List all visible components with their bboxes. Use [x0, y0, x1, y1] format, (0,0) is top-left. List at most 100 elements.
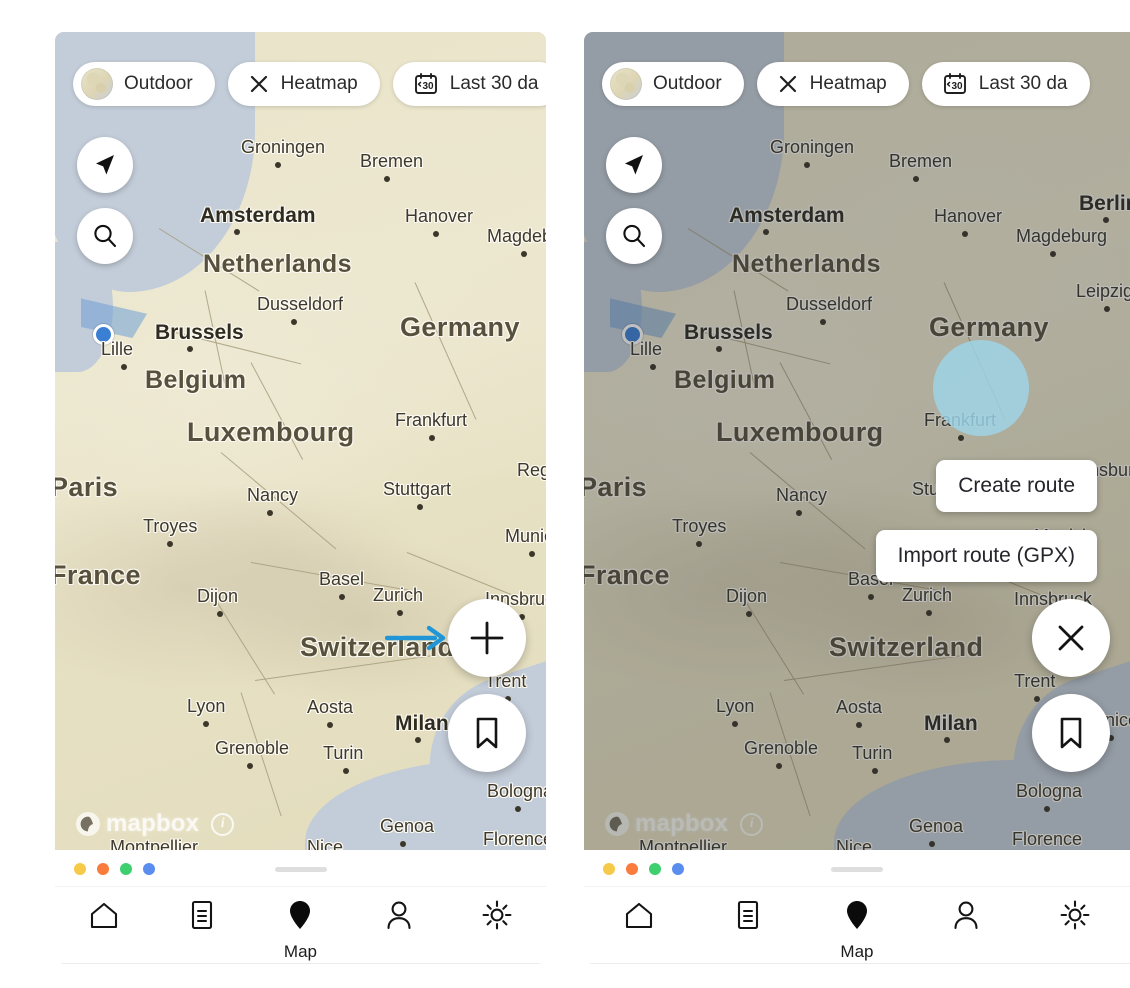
map-city-dot [247, 763, 253, 769]
map-city-dot [429, 435, 435, 441]
map-canvas[interactable]: Netherlands Germany Belgium Luxembourg Switz… [55, 32, 546, 850]
window-dots [603, 863, 684, 875]
calendar-30-icon: 30 [943, 73, 966, 94]
tab-profile[interactable] [930, 898, 1002, 937]
close-x-icon [779, 75, 796, 93]
map-city-dot [339, 594, 345, 600]
map-city-dot [121, 364, 127, 370]
chip-date-range-label: Last 30 da [978, 73, 1068, 94]
map-city-dot [400, 841, 406, 847]
tab-activity[interactable] [712, 898, 784, 937]
user-location-marker [93, 324, 114, 345]
map-city-dot [167, 541, 173, 547]
chip-map-style[interactable]: Outdoor [73, 62, 215, 106]
tab-settings[interactable] [461, 898, 533, 937]
tab-home[interactable] [603, 898, 675, 937]
chip-map-style-label: Outdoor [124, 73, 193, 94]
svg-text:30: 30 [422, 81, 434, 92]
home-icon [87, 898, 121, 937]
bottom-sheet: Map [55, 850, 546, 964]
tab-map-label: Map [840, 942, 874, 961]
gear-icon [480, 898, 514, 937]
navigation-arrow-icon [96, 155, 114, 175]
app-screen: Netherlands Germany Belgium Luxembourg Switz… [584, 32, 1130, 964]
add-route-fab[interactable] [448, 599, 526, 677]
bottom-tabbar: Map [584, 886, 1130, 964]
navigation-arrow-icon [625, 155, 643, 175]
map-city-dot [521, 251, 527, 257]
screenshot-stage: Netherlands Germany Belgium Luxembourg Switz… [0, 0, 1130, 988]
phone-screenshot-before: Netherlands Germany Belgium Luxembourg Switz… [55, 32, 546, 964]
tab-activity[interactable] [166, 898, 238, 937]
window-dot[interactable] [120, 863, 132, 875]
map-city-dot [415, 737, 421, 743]
bookmark-icon [476, 717, 498, 749]
window-dot[interactable] [143, 863, 155, 875]
calendar-30-icon: 30 [414, 73, 437, 94]
close-x-icon [250, 75, 267, 93]
map-attribution[interactable]: mapbox i [75, 810, 235, 838]
map-canvas[interactable]: Netherlands Germany Belgium Luxembourg Switz… [584, 32, 1130, 850]
menu-item-create-route[interactable]: Create route [936, 460, 1097, 512]
bottom-sheet: Map [584, 850, 1130, 964]
map-city-dot [417, 504, 423, 510]
annotation-arrow-icon [385, 625, 446, 651]
window-dots [74, 863, 155, 875]
map-pin-icon [842, 898, 872, 937]
map-city-dot [234, 229, 240, 235]
map-city-dot [529, 551, 535, 557]
mapbox-logo-icon: mapbox [75, 810, 199, 838]
map-city-dot [267, 510, 273, 516]
mapbox-mark-icon [76, 812, 100, 836]
search-icon [94, 224, 117, 248]
plus-icon [470, 621, 504, 655]
map-filter-chips: Outdoor Heatmap 30 Last 30 da [73, 62, 546, 106]
chip-heatmap[interactable]: Heatmap [756, 62, 909, 106]
window-dot[interactable] [97, 863, 109, 875]
map-thumbnail-icon [610, 68, 642, 100]
window-dot[interactable] [649, 863, 661, 875]
menu-item-import-route-label: Import route (GPX) [897, 544, 1075, 567]
tab-settings[interactable] [1039, 898, 1111, 937]
close-menu-fab[interactable] [1032, 599, 1110, 677]
list-icon [732, 898, 764, 937]
window-dot[interactable] [626, 863, 638, 875]
sheet-handle-row [55, 850, 546, 886]
sheet-handle-row [584, 850, 1130, 886]
bookmarks-fab[interactable] [1032, 694, 1110, 772]
tab-map[interactable]: Map [821, 898, 893, 962]
window-dot[interactable] [74, 863, 86, 875]
chip-date-range[interactable]: 30 Last 30 da [392, 62, 546, 106]
map-city-dot [291, 319, 297, 325]
window-dot[interactable] [672, 863, 684, 875]
person-icon [950, 898, 982, 937]
menu-item-import-route[interactable]: Import route (GPX) [875, 530, 1097, 582]
search-button[interactable] [606, 208, 662, 264]
drag-handle[interactable] [274, 867, 327, 872]
list-icon [186, 898, 218, 937]
info-icon[interactable]: i [211, 812, 235, 836]
tab-profile[interactable] [363, 898, 435, 937]
map-city-dot [515, 806, 521, 812]
map-city-dot [433, 231, 439, 237]
tabbar-divider [55, 963, 546, 964]
svg-text:30: 30 [951, 81, 963, 92]
chip-heatmap[interactable]: Heatmap [227, 62, 380, 106]
gear-icon [1058, 898, 1092, 937]
locate-me-button[interactable] [606, 137, 662, 193]
map-city-dot [203, 721, 209, 727]
drag-handle[interactable] [831, 867, 883, 872]
chip-date-range[interactable]: 30 Last 30 da [921, 62, 1090, 106]
bookmarks-fab[interactable] [448, 694, 526, 772]
search-icon [623, 224, 646, 248]
search-button[interactable] [77, 208, 133, 264]
tab-map[interactable]: Map [264, 898, 336, 962]
menu-item-create-route-label: Create route [958, 474, 1075, 497]
close-x-icon [1058, 625, 1084, 651]
chip-map-style[interactable]: Outdoor [602, 62, 744, 106]
window-dot[interactable] [603, 863, 615, 875]
tab-home[interactable] [68, 898, 140, 937]
locate-me-button[interactable] [77, 137, 133, 193]
map-pin-icon [285, 898, 315, 937]
route-action-menu: Create route Import route (GPX) [875, 460, 1097, 582]
